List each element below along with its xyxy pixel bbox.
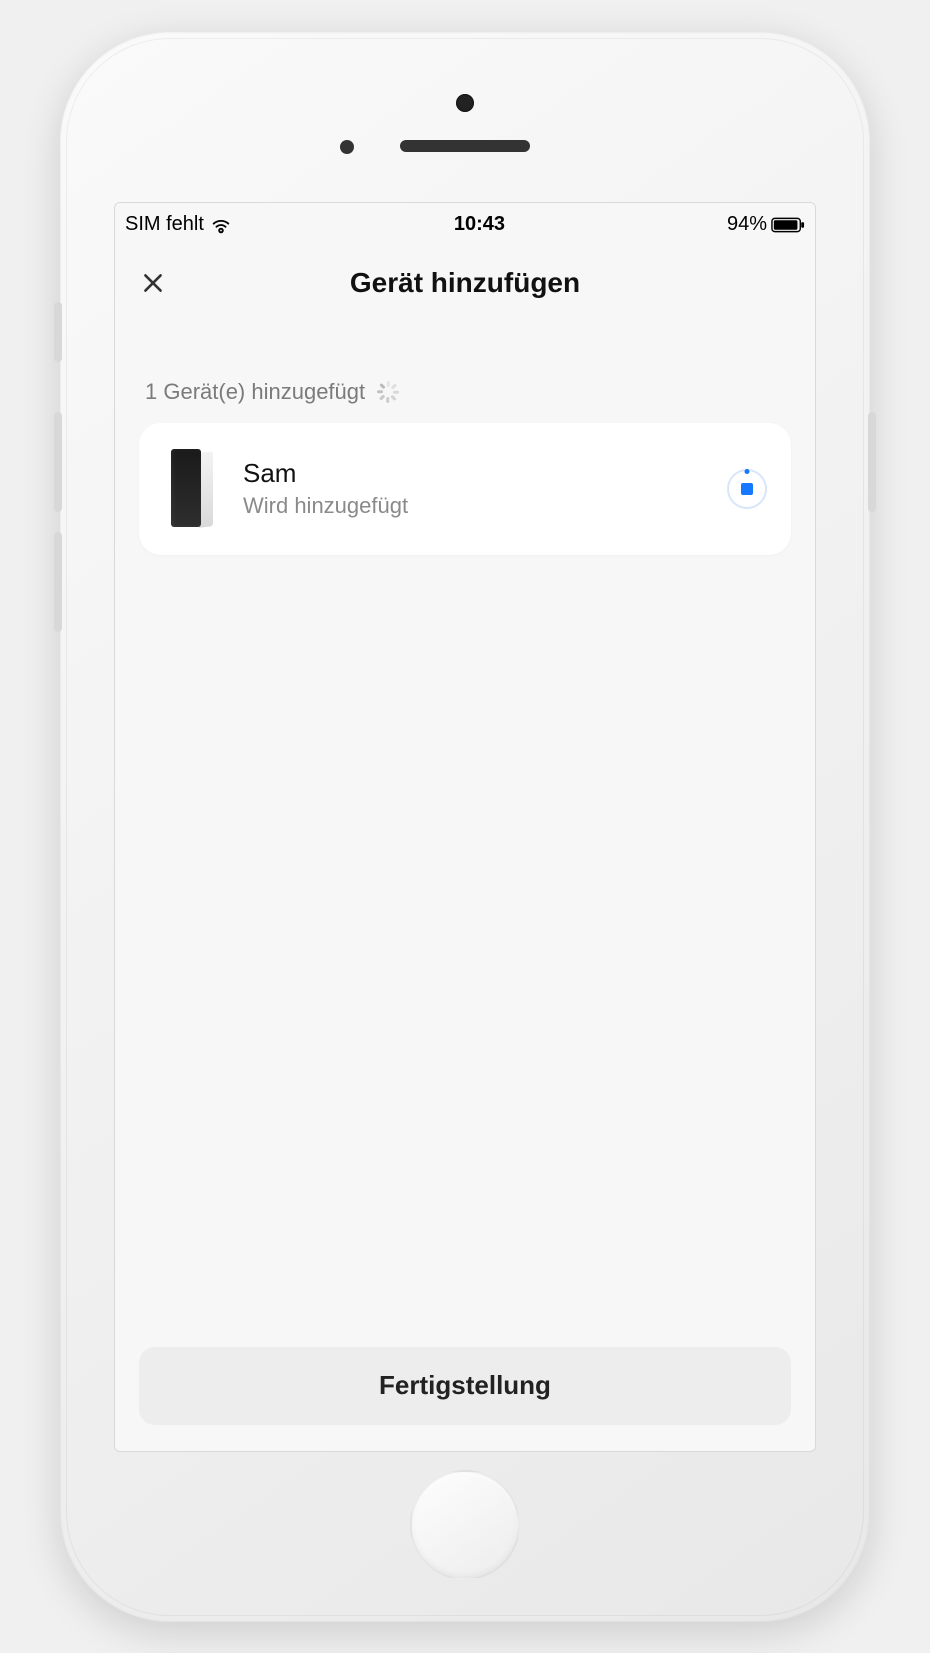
status-bar: SIM fehlt 10:43 94%	[115, 203, 815, 247]
volume-down-button	[54, 532, 62, 632]
proximity-sensor	[340, 140, 354, 154]
page-title: Gerät hinzufügen	[115, 267, 815, 299]
mute-switch	[54, 302, 62, 362]
home-button[interactable]	[410, 1470, 520, 1580]
loading-spinner-icon	[377, 381, 399, 403]
status-time: 10:43	[454, 213, 505, 236]
devices-added-text: 1 Gerät(e) hinzugefügt	[145, 379, 365, 405]
battery-icon	[771, 217, 805, 233]
front-camera	[456, 94, 474, 112]
sim-status-text: SIM fehlt	[125, 213, 204, 236]
status-left: SIM fehlt	[125, 213, 232, 236]
device-name-label: Sam	[243, 458, 701, 489]
volume-up-button	[54, 412, 62, 512]
device-card[interactable]: Sam Wird hinzugefügt	[139, 423, 791, 555]
close-icon	[140, 270, 166, 296]
status-right: 94%	[727, 213, 805, 236]
phone-frame: SIM fehlt 10:43 94% Gerät hinzufügen 1 G	[60, 32, 870, 1622]
app-header: Gerät hinzufügen	[115, 247, 815, 329]
content-area: 1 Gerät(e) hinzugefügt Sam Wird hinzugef…	[115, 329, 815, 1451]
device-progress-icon	[727, 469, 767, 509]
device-status-label: Wird hinzugefügt	[243, 493, 701, 519]
earpiece-speaker	[400, 140, 530, 152]
power-button	[868, 412, 876, 512]
close-button[interactable]	[135, 265, 171, 301]
screen: SIM fehlt 10:43 94% Gerät hinzufügen 1 G	[114, 202, 816, 1452]
device-thumbnail	[163, 449, 217, 529]
finish-button[interactable]: Fertigstellung	[139, 1347, 791, 1425]
finish-button-label: Fertigstellung	[379, 1370, 551, 1401]
wifi-icon	[210, 214, 232, 236]
battery-percent-text: 94%	[727, 213, 767, 236]
device-text: Sam Wird hinzugefügt	[243, 458, 701, 519]
spacer	[139, 555, 791, 1347]
devices-added-row: 1 Gerät(e) hinzugefügt	[145, 379, 785, 405]
